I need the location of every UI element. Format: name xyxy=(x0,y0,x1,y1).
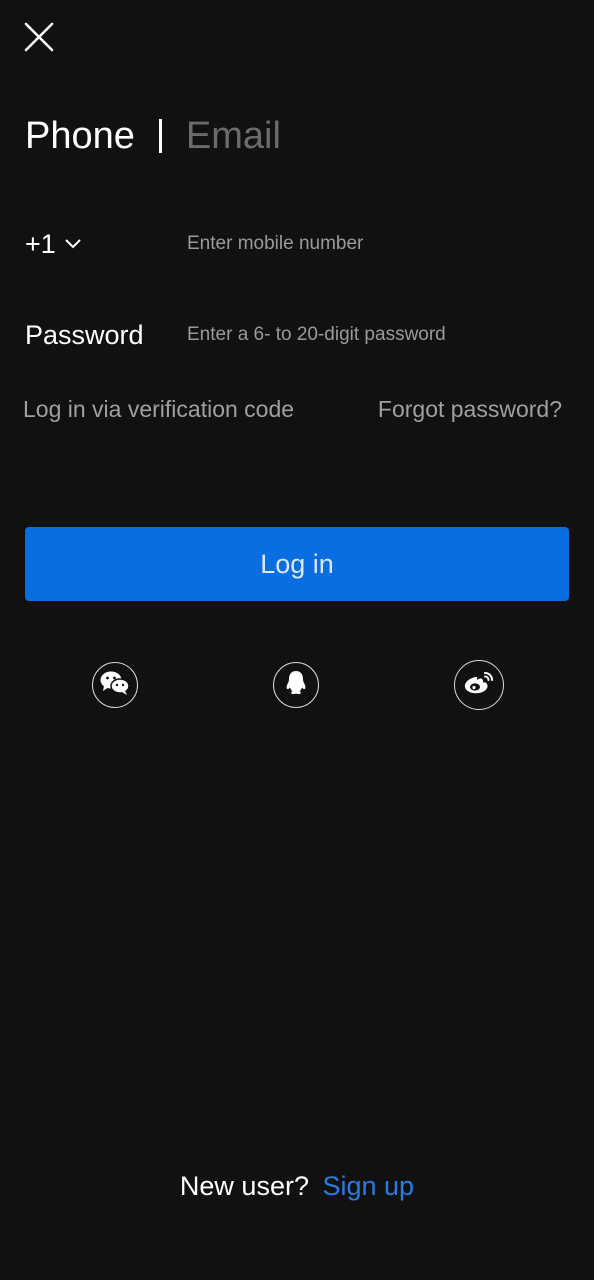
password-row: Password xyxy=(25,313,569,357)
phone-row: +1 xyxy=(25,222,569,266)
login-method-tabs: Phone Email xyxy=(25,112,281,160)
chevron-down-icon xyxy=(64,238,82,250)
password-label: Password xyxy=(25,319,144,350)
country-code-selector[interactable]: +1 xyxy=(25,229,187,260)
auxiliary-links: Log in via verification code Forgot pass… xyxy=(23,396,562,423)
login-button[interactable]: Log in xyxy=(25,527,569,601)
signup-prompt: New user? xyxy=(179,1171,309,1201)
qq-icon xyxy=(285,669,307,702)
wechat-icon xyxy=(99,669,131,702)
verification-code-login-link[interactable]: Log in via verification code xyxy=(23,396,294,423)
qq-login-button[interactable] xyxy=(273,662,319,708)
close-button[interactable] xyxy=(20,20,58,58)
close-icon xyxy=(23,21,55,58)
weibo-icon xyxy=(463,669,495,702)
social-login-row xyxy=(0,660,594,710)
wechat-login-button[interactable] xyxy=(92,662,138,708)
signup-row: New user? Sign up xyxy=(0,1166,594,1206)
tab-phone[interactable]: Phone xyxy=(25,112,135,160)
weibo-login-button[interactable] xyxy=(454,660,504,710)
password-input[interactable] xyxy=(187,315,569,355)
forgot-password-link[interactable]: Forgot password? xyxy=(378,396,562,423)
country-code-value: +1 xyxy=(25,228,56,259)
mobile-number-input[interactable] xyxy=(187,224,569,264)
tab-divider xyxy=(158,119,162,153)
signup-link[interactable]: Sign up xyxy=(323,1171,415,1201)
tab-email[interactable]: Email xyxy=(186,112,281,160)
